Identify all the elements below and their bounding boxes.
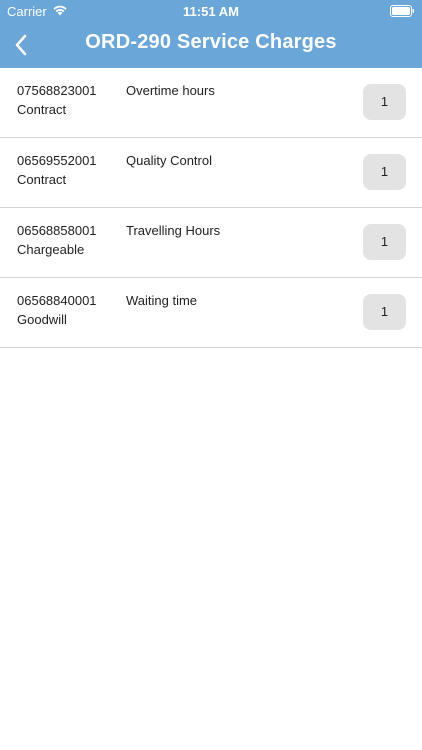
status-bar: Carrier 11:51 AM [0, 0, 422, 22]
navigation-bar: ORD-290 Service Charges [0, 22, 422, 68]
charge-code: 07568823001 [17, 83, 97, 98]
service-charges-list: 07568823001 Contract Overtime hours 1 06… [0, 68, 422, 348]
charge-type: Contract [17, 172, 67, 187]
list-item[interactable]: 07568823001 Contract Overtime hours 1 [0, 68, 422, 138]
charge-code: 06568840001 [17, 293, 97, 308]
quantity-badge[interactable]: 1 [363, 224, 406, 260]
header: Carrier 11:51 AM ORD-290 Service Charges [0, 0, 422, 68]
charge-description: Overtime hours [126, 83, 215, 98]
charge-description: Waiting time [126, 293, 198, 308]
charge-type: Contract [17, 102, 67, 117]
charge-type: Chargeable [17, 242, 85, 257]
battery-icon [390, 5, 415, 17]
quantity-badge[interactable]: 1 [363, 84, 406, 120]
list-item[interactable]: 06568858001 Chargeable Travelling Hours … [0, 208, 422, 278]
list-item[interactable]: 06568840001 Goodwill Waiting time 1 [0, 278, 422, 348]
charge-code: 06569552001 [17, 153, 97, 168]
charge-description: Travelling Hours [126, 223, 221, 238]
quantity-badge[interactable]: 1 [363, 294, 406, 330]
list-item[interactable]: 06569552001 Contract Quality Control 1 [0, 138, 422, 208]
status-time: 11:51 AM [183, 4, 239, 19]
charge-type: Goodwill [17, 312, 67, 327]
charge-description: Quality Control [126, 153, 212, 168]
charge-code: 06568858001 [17, 223, 97, 238]
page-title: ORD-290 Service Charges [85, 31, 337, 53]
quantity-badge[interactable]: 1 [363, 154, 406, 190]
